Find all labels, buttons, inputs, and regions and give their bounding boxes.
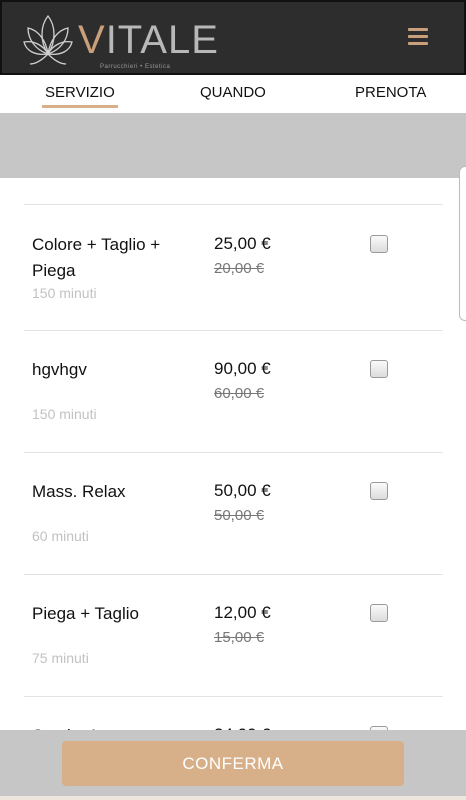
service-row[interactable]: Piega + Taglio 75 minuti 12,00 € 15,00 € — [24, 574, 443, 696]
bottom-strip — [0, 796, 466, 800]
service-row[interactable]: Colore + Taglio + Piega 150 minuti 25,00… — [24, 204, 443, 330]
side-scroll-handle[interactable] — [459, 166, 466, 321]
services-list: Colore + Taglio + Piega 150 minuti 25,00… — [24, 204, 443, 745]
category-band — [0, 113, 466, 178]
service-old-price: 60,00 € — [214, 385, 265, 402]
service-price: 50,00 € — [214, 481, 271, 500]
service-old-price: 20,00 € — [214, 260, 265, 277]
service-duration: 150 minuti — [32, 406, 97, 422]
service-checkbox[interactable] — [370, 360, 388, 378]
service-name: Colore + Taglio + Piega — [32, 235, 161, 280]
service-price: 12,00 € — [214, 603, 271, 622]
lotus-logo-icon — [23, 14, 73, 65]
tab-servizio[interactable]: SERVIZIO — [42, 84, 118, 108]
app-header: VITALE Parrucchieri • Estetica — [0, 0, 466, 75]
confirm-button[interactable]: CONFERMA — [62, 741, 404, 786]
tab-quando[interactable]: QUANDO — [200, 84, 266, 101]
service-price: 25,00 € — [214, 234, 271, 253]
service-checkbox[interactable] — [370, 604, 388, 622]
service-price: 90,00 € — [214, 359, 271, 378]
service-duration: 60 minuti — [32, 528, 89, 544]
logo-wordmark: VITALE — [78, 18, 219, 62]
service-duration: 150 minuti — [32, 285, 97, 301]
service-old-price: 50,00 € — [214, 507, 265, 524]
service-name: hgvhgv — [32, 360, 87, 379]
service-checkbox[interactable] — [370, 482, 388, 500]
confirm-bar: CONFERMA — [0, 730, 466, 800]
vitale-logo[interactable]: VITALE Parrucchieri • Estetica — [22, 10, 218, 70]
service-row[interactable]: Mass. Relax 60 minuti 50,00 € 50,00 € — [24, 452, 443, 574]
service-checkbox[interactable] — [370, 235, 388, 253]
service-old-price: 15,00 € — [214, 629, 265, 646]
service-duration: 75 minuti — [32, 650, 89, 666]
service-row[interactable]: hgvhgv 150 minuti 90,00 € 60,00 € — [24, 330, 443, 452]
logo-subtitle: Parrucchieri • Estetica — [100, 64, 171, 70]
tab-prenota[interactable]: PRENOTA — [355, 84, 426, 101]
hamburger-menu-icon[interactable] — [408, 28, 428, 50]
service-name: Piega + Taglio — [32, 604, 139, 623]
service-name: Mass. Relax — [32, 482, 126, 501]
booking-steps-tabs: SERVIZIO QUANDO PRENOTA — [0, 75, 466, 113]
